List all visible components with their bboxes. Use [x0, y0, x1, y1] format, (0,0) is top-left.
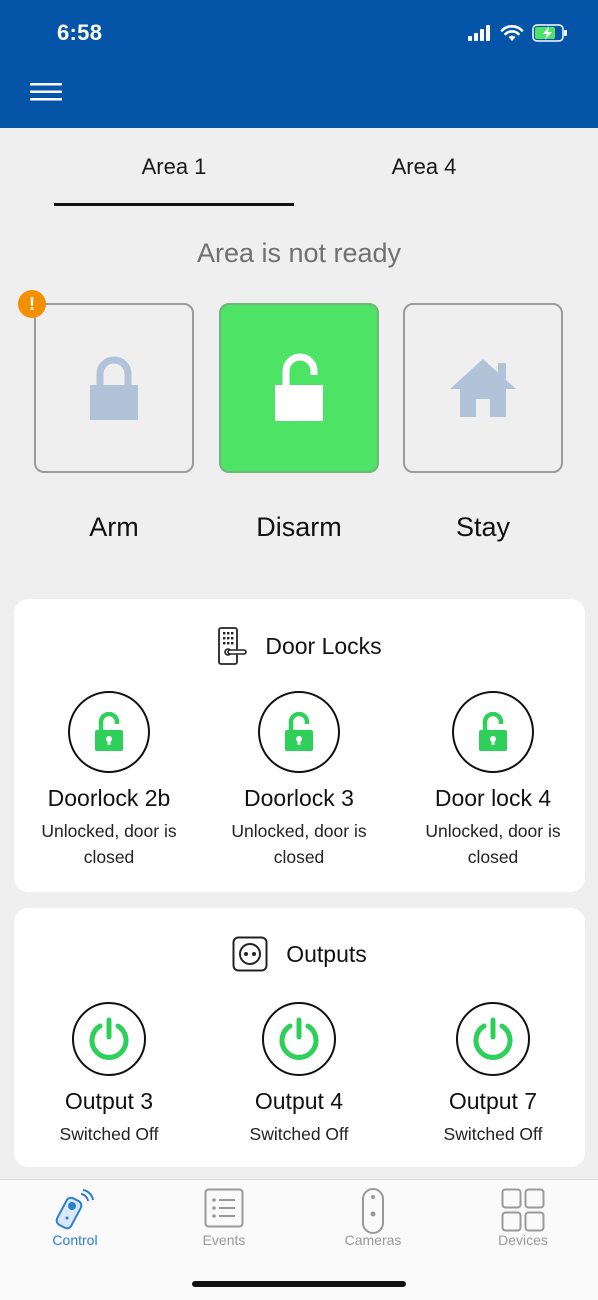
output-power-button[interactable] [456, 1002, 530, 1076]
output-status: Switched Off [443, 1124, 543, 1144]
hamburger-menu-icon [30, 83, 62, 101]
doorlock-status: Unlocked, door is closed [231, 821, 367, 867]
nav-control[interactable]: Control [0, 1180, 150, 1260]
stay-label: Stay [455, 512, 511, 542]
output-power-button[interactable] [262, 1002, 336, 1076]
power-socket-icon [232, 936, 268, 972]
lock-open-icon [275, 353, 323, 421]
remote-control-icon [55, 1189, 94, 1230]
home-indicator [192, 1281, 406, 1287]
lock-open-icon [285, 712, 313, 751]
disarm-label: Disarm [256, 512, 342, 542]
doorlock-name: Doorlock 3 [244, 785, 354, 811]
battery-charging-icon [532, 24, 567, 42]
outputs-header: Outputs [14, 936, 585, 972]
arm-label: Arm [89, 512, 139, 542]
output-name: Output 3 [64, 1088, 154, 1114]
nav-events[interactable]: Events [149, 1180, 299, 1260]
disarm-button[interactable] [219, 303, 379, 473]
doorlock-item: Doorlock 3 Unlocked, door is closed [204, 691, 394, 870]
doorlock-status: Unlocked, door is closed [41, 821, 177, 867]
area-status-text: Area is not ready [196, 238, 402, 268]
doorlock-toggle-button[interactable] [258, 691, 340, 773]
lock-open-icon [95, 712, 123, 751]
outputs-title: Outputs [286, 940, 367, 967]
output-name: Output 4 [254, 1088, 344, 1114]
nav-control-label: Control [52, 1232, 98, 1248]
camera-doorbell-icon [362, 1188, 384, 1234]
doorlock-name: Doorlock 2b [47, 785, 171, 811]
output-power-button[interactable] [72, 1002, 146, 1076]
door-locks-header: Door Locks [14, 627, 585, 665]
house-icon [450, 359, 516, 417]
area-tabs: Area 1 Area 4 [0, 128, 598, 208]
power-icon [279, 1017, 319, 1060]
active-tab-indicator [54, 203, 294, 206]
stay-button[interactable] [403, 303, 563, 473]
lock-open-icon [479, 712, 507, 751]
doorlock-status: Unlocked, door is closed [425, 821, 561, 867]
lock-closed-icon [90, 356, 138, 420]
power-icon [89, 1017, 129, 1060]
doorlock-item: Door lock 4 Unlocked, door is closed [398, 691, 588, 870]
arm-button[interactable] [34, 303, 194, 473]
nav-devices-label: Devices [498, 1232, 548, 1248]
output-item: Output 4 Switched Off [204, 1002, 394, 1147]
devices-grid-icon [501, 1188, 545, 1232]
status-time: 6:58 [57, 20, 103, 45]
output-status: Switched Off [249, 1124, 349, 1144]
nav-cameras[interactable]: Cameras [298, 1180, 448, 1260]
doorlock-toggle-button[interactable] [452, 691, 534, 773]
output-name: Output 7 [448, 1088, 538, 1114]
nav-devices[interactable]: Devices [448, 1180, 598, 1260]
app-header: 6:58 [0, 0, 598, 128]
tab-area-4[interactable]: Area 4 [304, 154, 544, 180]
menu-button[interactable] [30, 82, 68, 110]
status-icons [468, 22, 568, 44]
door-locks-title: Door Locks [265, 632, 382, 659]
tab-area-1[interactable]: Area 1 [54, 154, 294, 180]
wifi-icon [500, 25, 524, 41]
events-list-icon [204, 1188, 244, 1228]
output-item: Output 7 Switched Off [398, 1002, 588, 1147]
cellular-signal-icon [468, 25, 490, 41]
door-locks-card: Door Locks Doorlock 2b Unlocked, door is… [14, 599, 585, 892]
door-lock-keypad-icon [218, 627, 248, 665]
warning-badge: ! [18, 290, 46, 318]
nav-events-label: Events [202, 1232, 246, 1248]
doorlock-name: Door lock 4 [434, 785, 552, 811]
doorlock-item: Doorlock 2b Unlocked, door is closed [14, 691, 204, 870]
output-item: Output 3 Switched Off [14, 1002, 204, 1147]
doorlock-toggle-button[interactable] [68, 691, 150, 773]
nav-cameras-label: Cameras [344, 1232, 402, 1248]
power-icon [473, 1017, 513, 1060]
outputs-card: Outputs Output 3 Switched Off Output 4 S… [14, 908, 585, 1167]
output-status: Switched Off [59, 1124, 159, 1144]
